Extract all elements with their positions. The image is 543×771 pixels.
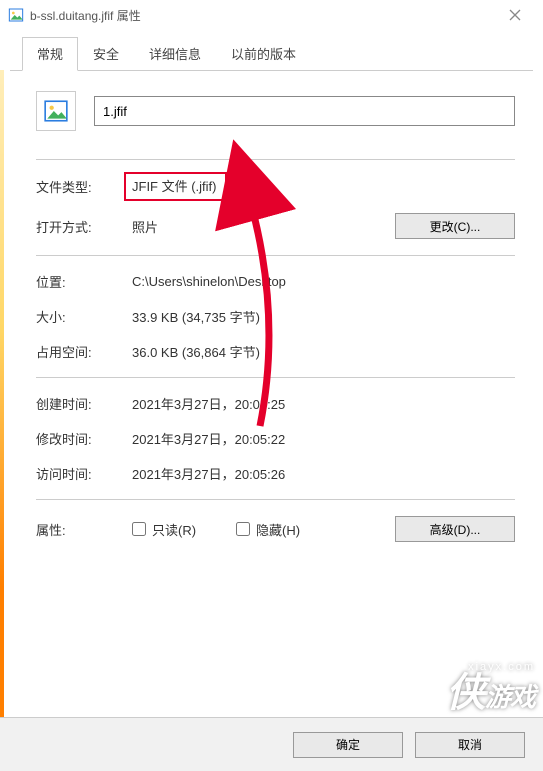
advanced-button[interactable]: 高级(D)... xyxy=(395,516,515,542)
watermark-url: xiayx.com xyxy=(446,661,535,673)
tab-content: 文件类型: JFIF 文件 (.jfif) 打开方式: 照片 更改(C)... … xyxy=(0,71,543,566)
dialog-footer: 确定 取消 xyxy=(0,717,543,771)
hidden-checkbox[interactable] xyxy=(236,522,250,536)
label-accessed: 访问时间: xyxy=(36,464,132,483)
watermark-brand: 侠 xyxy=(446,671,485,715)
hidden-label: 隐藏(H) xyxy=(256,520,300,539)
label-location: 位置: xyxy=(36,272,132,291)
divider xyxy=(36,377,515,378)
divider xyxy=(36,255,515,256)
readonly-label: 只读(R) xyxy=(152,520,196,539)
close-button[interactable] xyxy=(495,1,535,29)
label-opens-with: 打开方式: xyxy=(36,217,132,236)
titlebar: b-ssl.duitang.jfif 属性 xyxy=(0,0,543,30)
value-opens-with: 照片 xyxy=(132,217,395,236)
filename-input[interactable] xyxy=(94,96,515,126)
watermark-sub: 游戏 xyxy=(485,682,535,712)
change-button[interactable]: 更改(C)... xyxy=(395,213,515,239)
tab-general[interactable]: 常规 xyxy=(22,37,78,71)
watermark: xiayx.com 侠游戏 xyxy=(446,661,535,713)
file-type-icon xyxy=(36,91,76,131)
value-file-type: JFIF 文件 (.jfif) xyxy=(124,172,227,201)
divider xyxy=(36,499,515,500)
hidden-checkbox-wrap[interactable]: 隐藏(H) xyxy=(236,520,300,539)
label-file-type: 文件类型: xyxy=(36,177,132,196)
value-location: C:\Users\shinelon\Desktop xyxy=(132,274,515,289)
value-size-on-disk: 36.0 KB (36,864 字节) xyxy=(132,342,515,361)
value-size: 33.9 KB (34,735 字节) xyxy=(132,307,515,326)
ok-button[interactable]: 确定 xyxy=(293,732,403,758)
tab-security[interactable]: 安全 xyxy=(78,37,134,71)
tabstrip: 常规 安全 详细信息 以前的版本 xyxy=(10,36,533,71)
label-attributes: 属性: xyxy=(36,520,132,539)
tab-previous[interactable]: 以前的版本 xyxy=(216,37,311,71)
label-size-on-disk: 占用空间: xyxy=(36,342,132,361)
window-title: b-ssl.duitang.jfif 属性 xyxy=(30,7,141,24)
value-created: 2021年3月27日，20:05:25 xyxy=(132,394,515,413)
cancel-button[interactable]: 取消 xyxy=(415,732,525,758)
picture-icon xyxy=(8,7,24,23)
value-accessed: 2021年3月27日，20:05:26 xyxy=(132,464,515,483)
divider xyxy=(36,159,515,160)
tab-details[interactable]: 详细信息 xyxy=(134,37,216,71)
left-edge-decoration xyxy=(0,70,4,717)
label-size: 大小: xyxy=(36,307,132,326)
readonly-checkbox[interactable] xyxy=(132,522,146,536)
label-created: 创建时间: xyxy=(36,394,132,413)
label-modified: 修改时间: xyxy=(36,429,132,448)
readonly-checkbox-wrap[interactable]: 只读(R) xyxy=(132,520,196,539)
value-modified: 2021年3月27日，20:05:22 xyxy=(132,429,515,448)
